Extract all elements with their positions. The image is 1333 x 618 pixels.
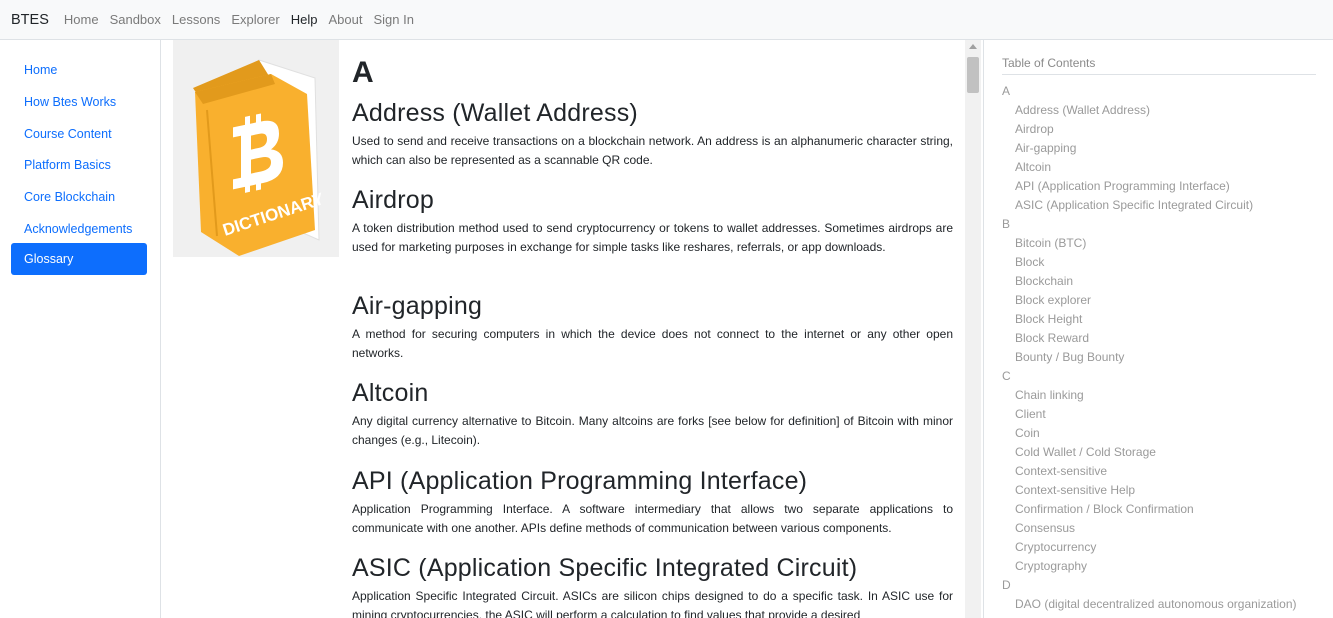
toc-divider xyxy=(983,40,984,618)
sidebar-item-course-content[interactable]: Course Content xyxy=(11,118,147,150)
term-title: Altcoin xyxy=(352,379,429,407)
term-title: ASIC (Application Specific Integrated Ci… xyxy=(352,554,858,582)
term-definition: Any digital currency alternative to Bitc… xyxy=(352,414,953,447)
section-letter-a: A xyxy=(352,56,374,89)
toc-link[interactable]: Cryptography xyxy=(1015,559,1087,573)
term-entry: Airdrop A token distribution method used… xyxy=(352,185,953,257)
term-definition: Application Programming Interface. A sof… xyxy=(352,502,953,535)
sidebar-item-home[interactable]: Home xyxy=(11,54,147,86)
nav-about[interactable]: About xyxy=(328,12,362,27)
scroll-up-arrow-icon[interactable] xyxy=(969,44,977,49)
toc-link[interactable]: Block Height xyxy=(1015,312,1082,326)
toc-link[interactable]: Cold Wallet / Cold Storage xyxy=(1015,445,1156,459)
toc-link[interactable]: Coin xyxy=(1015,426,1040,440)
toc-link[interactable]: ASIC (Application Specific Integrated Ci… xyxy=(1015,198,1253,212)
term-definition: A method for securing computers in which… xyxy=(352,327,953,360)
toc-link[interactable]: Context-sensitive Help xyxy=(1015,483,1135,497)
toc-link[interactable]: Context-sensitive xyxy=(1015,464,1107,478)
toc-link[interactable]: Client xyxy=(1015,407,1046,421)
nav-help[interactable]: Help xyxy=(291,12,318,27)
toc-link[interactable]: Block explorer xyxy=(1015,293,1091,307)
sidebar-item-how-btes-works[interactable]: How Btes Works xyxy=(11,86,147,118)
toc-link[interactable]: Confirmation / Block Confirmation xyxy=(1015,502,1194,516)
nav-sandbox[interactable]: Sandbox xyxy=(110,12,161,27)
toc-link[interactable]: Bounty / Bug Bounty xyxy=(1015,350,1124,364)
nav-home[interactable]: Home xyxy=(64,12,99,27)
dictionary-book-image: DICTIONARY xyxy=(173,40,339,257)
sidebar-item-core-blockchain[interactable]: Core Blockchain xyxy=(11,181,147,213)
term-title: Airdrop xyxy=(352,186,434,214)
term-entry: Altcoin Any digital currency alternative… xyxy=(352,378,953,450)
sidebar-item-platform-basics[interactable]: Platform Basics xyxy=(11,149,147,181)
content-scrollbar[interactable] xyxy=(965,40,981,618)
sidebar-item-acknowledgements[interactable]: Acknowledgements xyxy=(11,213,147,245)
toc-link[interactable]: Consensus xyxy=(1015,521,1075,535)
term-definition: Application Specific Integrated Circuit.… xyxy=(352,589,953,618)
table-of-contents: Table of Contents A Address (Wallet Addre… xyxy=(1002,40,1316,618)
toc-link[interactable]: Air-gapping xyxy=(1015,141,1076,155)
toc-link[interactable]: Airdrop xyxy=(1015,122,1054,136)
toc-link[interactable]: Altcoin xyxy=(1015,160,1051,174)
nav-sign-in[interactable]: Sign In xyxy=(373,12,413,27)
left-sidebar: Home How Btes Works Course Content Platf… xyxy=(0,40,161,618)
term-title: API (Application Programming Interface) xyxy=(352,467,808,495)
term-definition: Used to send and receive transactions on… xyxy=(352,134,953,167)
top-navbar: BTES Home Sandbox Lessons Explorer Help … xyxy=(0,0,1333,40)
toc-letter-heading[interactable]: A xyxy=(1002,84,1010,98)
toc-link[interactable]: Cryptocurrency xyxy=(1015,540,1096,554)
term-entry: ASIC (Application Specific Integrated Ci… xyxy=(352,553,953,618)
toc-title: Table of Contents xyxy=(1002,56,1316,75)
glossary-content: A Address (Wallet Address) Used to send … xyxy=(352,40,953,618)
nav-lessons[interactable]: Lessons xyxy=(172,12,220,27)
toc-letter-heading[interactable]: B xyxy=(1002,217,1010,231)
term-definition: A token distribution method used to send… xyxy=(352,221,953,254)
term-entry: Air-gapping A method for securing comput… xyxy=(352,291,953,363)
bitcoin-dictionary-icon: DICTIONARY xyxy=(193,59,327,256)
toc-link[interactable]: Chain linking xyxy=(1015,388,1084,402)
scrollbar-thumb[interactable] xyxy=(967,57,979,93)
term-title: Air-gapping xyxy=(352,292,483,320)
toc-link[interactable]: DAO (digital decentralized autonomous or… xyxy=(1015,597,1297,611)
term-entry: API (Application Programming Interface) … xyxy=(352,466,953,538)
toc-link[interactable]: Bitcoin (BTC) xyxy=(1015,236,1086,250)
toc-link[interactable]: API (Application Programming Interface) xyxy=(1015,179,1230,193)
term-entry: Address (Wallet Address) Used to send an… xyxy=(352,98,953,170)
nav-explorer[interactable]: Explorer xyxy=(231,12,279,27)
toc-link[interactable]: Address (Wallet Address) xyxy=(1015,103,1150,117)
toc-link[interactable]: Blockchain xyxy=(1015,274,1073,288)
toc-link[interactable]: Block xyxy=(1015,255,1044,269)
toc-letter-heading[interactable]: D xyxy=(1002,578,1011,592)
toc-letter-heading[interactable]: C xyxy=(1002,369,1011,383)
toc-link[interactable]: Block Reward xyxy=(1015,331,1089,345)
brand-logo[interactable]: BTES xyxy=(11,12,49,28)
sidebar-item-glossary[interactable]: Glossary xyxy=(11,243,147,275)
term-title: Address (Wallet Address) xyxy=(352,99,638,127)
